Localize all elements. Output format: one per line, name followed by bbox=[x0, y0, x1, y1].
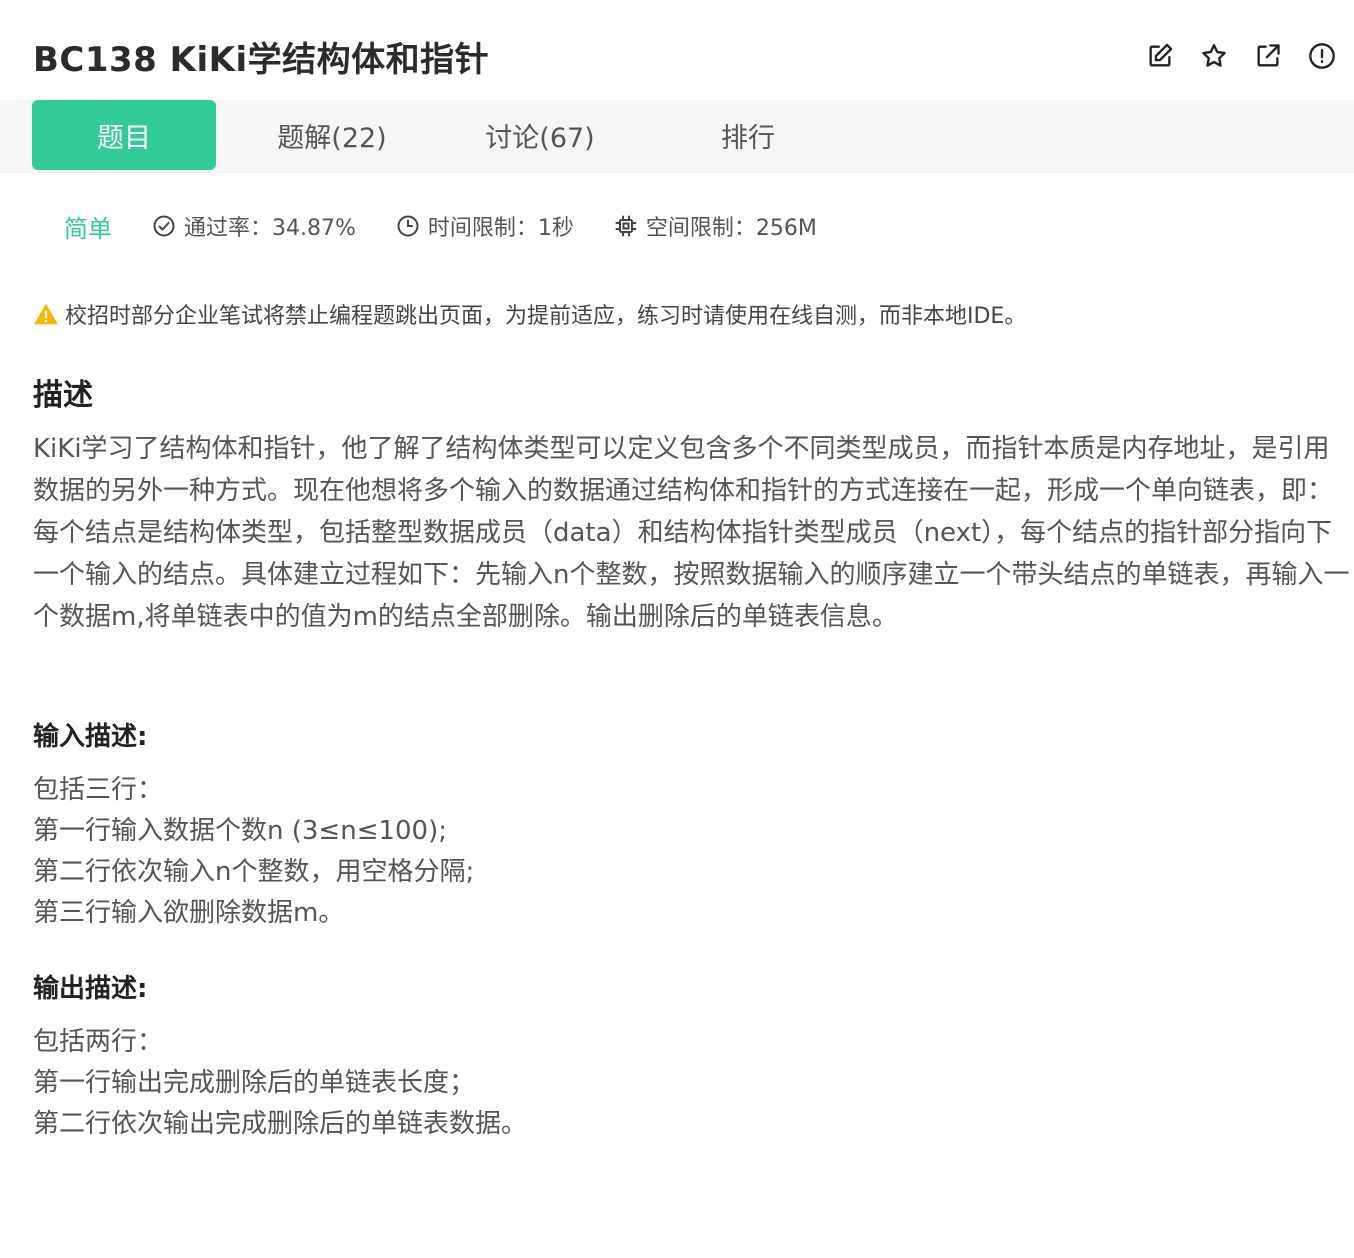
input-desc-body: 包括三行： 第一行输入数据个数n (3≤n≤100); 第二行依次输入n个整数，… bbox=[33, 770, 474, 934]
input-desc-line: 包括三行： bbox=[33, 775, 164, 805]
time-limit: 时间限制：1秒 bbox=[396, 210, 574, 242]
check-circle-icon bbox=[153, 215, 175, 237]
report-icon[interactable] bbox=[1304, 38, 1340, 74]
difficulty-badge: 简单 bbox=[64, 214, 112, 243]
chip-icon bbox=[615, 215, 637, 237]
description-text: KiKi学习了结构体和指针，他了解了结构体类型可以定义包含多个不同类型成员，而指… bbox=[33, 434, 1350, 632]
warning-text: 校招时部分企业笔试将禁止编程题跳出页面，为提前适应，练习时请使用在线自测，而非本… bbox=[65, 304, 1027, 329]
pass-rate: 通过率：34.87% bbox=[152, 210, 356, 242]
header-actions bbox=[1142, 38, 1340, 74]
tab-bar: 题目 题解(22) 讨论(67) 排行 bbox=[0, 100, 1354, 173]
output-desc-heading: 输出描述: bbox=[33, 974, 148, 1004]
input-desc-line: 第三行输入欲删除数据m。 bbox=[33, 898, 345, 928]
tab-solutions[interactable]: 题解(22) bbox=[240, 100, 424, 170]
input-desc-heading: 输入描述: bbox=[33, 722, 148, 752]
problem-title: BC138 KiKi学结构体和指针 bbox=[33, 40, 490, 80]
time-limit-text: 时间限制：1秒 bbox=[427, 216, 574, 241]
input-desc-line: 第一行输入数据个数n (3≤n≤100); bbox=[33, 816, 448, 846]
problem-meta: 简单 通过率：34.87% 时间限制：1秒 空间限制：256M bbox=[64, 208, 857, 244]
star-icon[interactable] bbox=[1196, 38, 1232, 74]
memory-limit-text: 空间限制：256M bbox=[645, 216, 817, 241]
exam-warning: 校招时部分企业笔试将禁止编程题跳出页面，为提前适应，练习时请使用在线自测，而非本… bbox=[33, 298, 1026, 330]
memory-limit: 空间限制：256M bbox=[614, 210, 817, 242]
description-heading: 描述 bbox=[33, 378, 93, 413]
output-desc-line: 包括两行： bbox=[33, 1027, 164, 1057]
tab-problem[interactable]: 题目 bbox=[32, 100, 216, 170]
tab-discussion[interactable]: 讨论(67) bbox=[448, 100, 632, 170]
clock-icon bbox=[397, 215, 419, 237]
input-desc-line: 第二行依次输入n个整数，用空格分隔; bbox=[33, 857, 475, 887]
output-desc-body: 包括两行： 第一行输出完成删除后的单链表长度； 第二行依次输出完成删除后的单链表… bbox=[33, 1022, 527, 1145]
tab-ranking[interactable]: 排行 bbox=[656, 100, 840, 170]
pass-rate-text: 通过率：34.87% bbox=[184, 216, 356, 241]
problem-header: BC138 KiKi学结构体和指针 bbox=[0, 0, 1354, 100]
output-desc-line: 第二行依次输出完成删除后的单链表数据。 bbox=[33, 1109, 528, 1139]
output-desc-line: 第一行输出完成删除后的单链表长度； bbox=[33, 1068, 476, 1098]
warning-icon bbox=[34, 303, 58, 325]
problem-page: BC138 KiKi学结构体和指针 题目 题解(22) 讨论(67) 排行 简单… bbox=[0, 0, 1354, 1258]
external-link-icon[interactable] bbox=[1250, 38, 1286, 74]
edit-icon[interactable] bbox=[1142, 38, 1178, 74]
